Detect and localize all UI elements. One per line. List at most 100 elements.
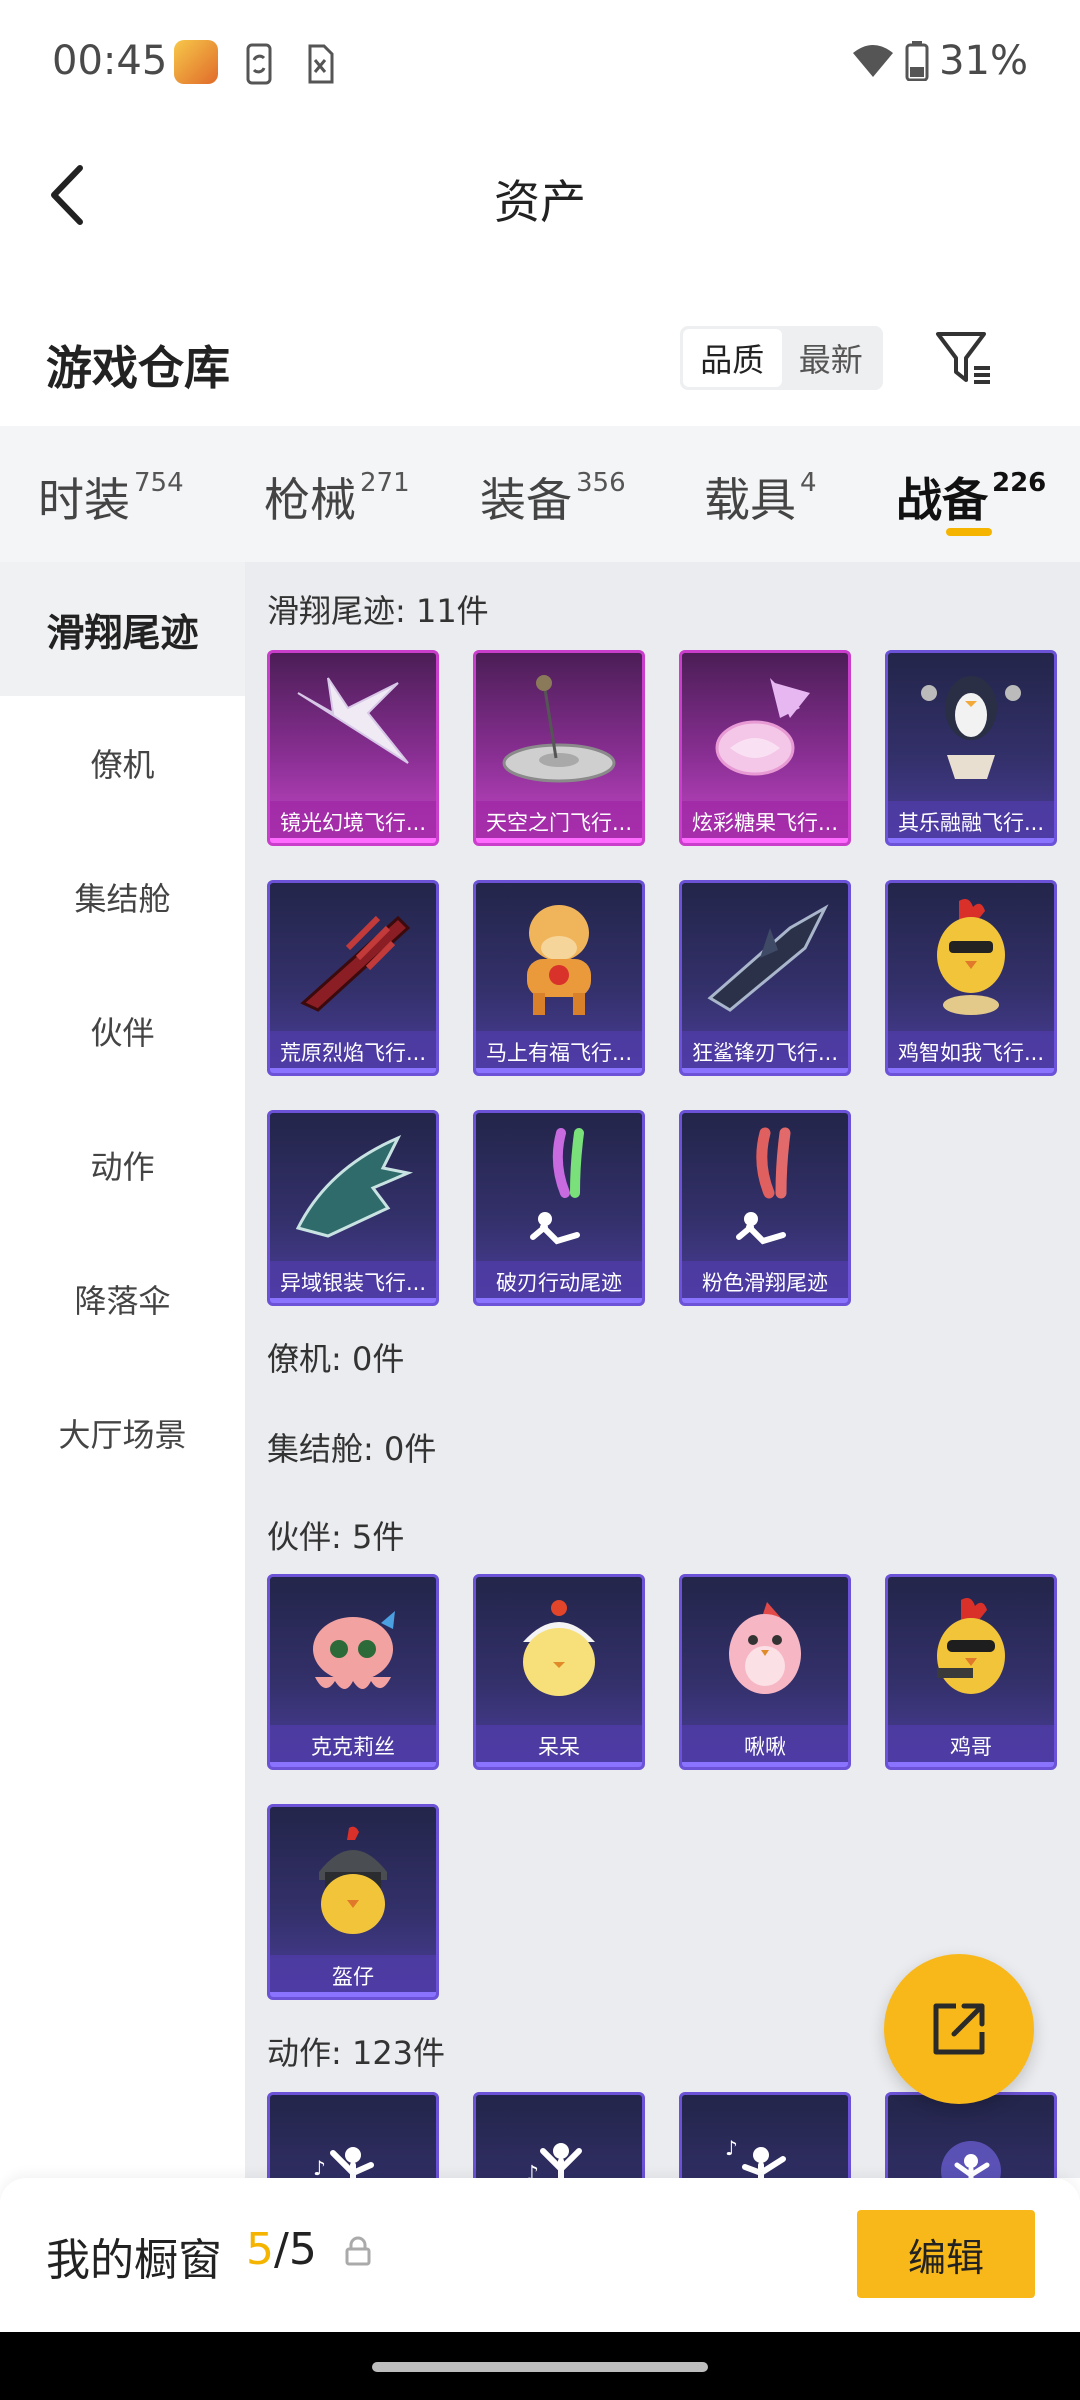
item-image xyxy=(682,1113,848,1263)
item-image xyxy=(888,2095,1054,2178)
item-card[interactable]: 异域银装飞行... xyxy=(267,1110,439,1306)
item-card[interactable]: 啾啾 xyxy=(679,1574,851,1770)
penguin-balloon-icon xyxy=(921,676,1021,779)
item-card[interactable]: 其乐融融飞行... xyxy=(885,650,1057,846)
battery-icon xyxy=(905,41,929,81)
item-label: 破刃行动尾迹 xyxy=(476,1261,642,1303)
section-title-partners: 伙伴: 5件 xyxy=(267,1518,405,1556)
sidebar-item-partners[interactable]: 伙伴 xyxy=(0,964,245,1098)
home-gesture-handle[interactable] xyxy=(372,2362,708,2372)
tab-label: 战备 xyxy=(896,473,988,527)
item-card[interactable]: 鸡智如我飞行... xyxy=(885,880,1057,1076)
item-card[interactable]: 荒原烈焰飞行... xyxy=(267,880,439,1076)
section-title-trails: 滑翔尾迹: 11件 xyxy=(267,592,489,630)
sidebar-item-emotes[interactable]: 动作 xyxy=(0,1098,245,1232)
wing-trail-icon xyxy=(297,677,409,764)
filter-button[interactable] xyxy=(932,326,996,390)
category-tabs: 时装 754 枪械 271 装备 356 载具 4 战备 226 xyxy=(0,426,1080,562)
rarity-bar xyxy=(476,1068,642,1073)
item-image xyxy=(682,883,848,1033)
rarity-bar xyxy=(270,1068,436,1073)
item-image: ♪ xyxy=(270,2095,436,2178)
item-label: 鸡智如我飞行... xyxy=(888,1031,1054,1073)
item-image xyxy=(270,1113,436,1263)
item-label: 马上有福飞行... xyxy=(476,1031,642,1073)
item-card[interactable]: 盔仔 xyxy=(267,1804,439,2000)
svg-text:♪: ♪ xyxy=(313,2156,326,2178)
tab-gear[interactable]: 战备 226 xyxy=(896,464,1046,530)
item-card[interactable]: 呆呆 xyxy=(473,1574,645,1770)
status-bar: 00:45 31% xyxy=(0,0,1080,126)
share-icon xyxy=(933,2003,985,2055)
rarity-bar xyxy=(476,838,642,843)
item-label: 盔仔 xyxy=(270,1955,436,1997)
sidebar-item-capsule[interactable]: 集结舱 xyxy=(0,830,245,964)
item-image xyxy=(476,1577,642,1727)
tab-equipment[interactable]: 装备 356 xyxy=(480,464,626,530)
rarity-bar xyxy=(270,838,436,843)
item-card[interactable]: 破刃行动尾迹 xyxy=(473,1110,645,1306)
item-image xyxy=(270,653,436,803)
item-label: 粉色滑翔尾迹 xyxy=(682,1261,848,1303)
edit-button[interactable]: 编辑 xyxy=(857,2210,1035,2298)
status-time: 00:45 xyxy=(52,38,168,84)
emote-card[interactable]: ♪ xyxy=(473,2092,645,2178)
page-title: 资产 xyxy=(494,175,586,229)
item-card[interactable]: 马上有福飞行... xyxy=(473,880,645,1076)
tab-count: 754 xyxy=(134,468,184,498)
item-card[interactable]: 镜光幻境飞行... xyxy=(267,650,439,846)
item-card[interactable]: 鸡哥 xyxy=(885,1574,1057,1770)
svg-text:♪: ♪ xyxy=(525,2162,539,2178)
rarity-bar xyxy=(476,1298,642,1303)
rarity-bar xyxy=(476,1762,642,1767)
item-label: 荒原烈焰飞行... xyxy=(270,1031,436,1073)
showcase-count: 5/5 xyxy=(246,2224,317,2275)
sidebar-item-trails[interactable]: 滑翔尾迹 xyxy=(0,562,245,696)
sky-gate-icon xyxy=(502,675,616,783)
sort-quality-button[interactable]: 品质 xyxy=(683,329,782,387)
showcase-label: 我的橱窗 xyxy=(46,2235,222,2286)
item-image xyxy=(682,1577,848,1727)
tab-indicator xyxy=(946,528,992,536)
item-card[interactable]: 粉色滑翔尾迹 xyxy=(679,1110,851,1306)
item-image xyxy=(888,883,1054,1033)
rarity-bar xyxy=(888,1068,1054,1073)
pink-bird-pet-icon xyxy=(729,1602,801,1694)
item-label: 克克莉丝 xyxy=(270,1725,436,1767)
item-card[interactable]: 天空之门飞行... xyxy=(473,650,645,846)
octopus-pet-icon xyxy=(313,1611,395,1689)
warehouse-title: 游戏仓库 xyxy=(46,341,230,395)
sort-latest-button[interactable]: 最新 xyxy=(782,329,881,387)
candy-icon xyxy=(715,678,810,776)
item-image xyxy=(270,883,436,1033)
item-card[interactable]: 狂鲨锋刃飞行... xyxy=(679,880,851,1076)
rarity-bar xyxy=(682,838,848,843)
tab-fashion[interactable]: 时装 754 xyxy=(38,464,184,530)
item-image xyxy=(270,1807,436,1957)
tab-label: 时装 xyxy=(38,473,130,527)
item-card[interactable]: 炫彩糖果飞行... xyxy=(679,650,851,846)
filter-icon xyxy=(936,332,990,384)
item-card[interactable]: 克克莉丝 xyxy=(267,1574,439,1770)
svg-text:♪: ♪ xyxy=(725,2136,738,2160)
smoke-trail-icon xyxy=(530,1128,584,1245)
chicken-brother-pet-icon xyxy=(937,1598,1005,1694)
emote-card[interactable]: ♪ xyxy=(679,2092,851,2178)
emote-card[interactable]: ♪ xyxy=(267,2092,439,2178)
tab-vehicles[interactable]: 载具 4 xyxy=(704,464,817,530)
dance-emote-icon: ♪ xyxy=(725,2136,786,2178)
rarity-bar xyxy=(682,1068,848,1073)
item-label: 天空之门飞行... xyxy=(476,801,642,843)
item-image: ♪ xyxy=(476,2095,642,2178)
showcase-current: 5 xyxy=(246,2224,274,2275)
tab-count: 356 xyxy=(576,468,626,498)
battery-percent: 31% xyxy=(939,38,1028,84)
pink-smoke-trail-icon xyxy=(736,1127,791,1245)
tab-weapons[interactable]: 枪械 271 xyxy=(264,464,410,530)
tab-count: 226 xyxy=(992,468,1047,498)
emote-card[interactable] xyxy=(885,2092,1057,2178)
share-fab-button[interactable] xyxy=(884,1954,1034,2104)
sidebar-item-wingman[interactable]: 僚机 xyxy=(0,696,245,830)
sidebar-item-lobby-scene[interactable]: 大厅场景 xyxy=(0,1366,245,1500)
sidebar-item-parachute[interactable]: 降落伞 xyxy=(0,1232,245,1366)
